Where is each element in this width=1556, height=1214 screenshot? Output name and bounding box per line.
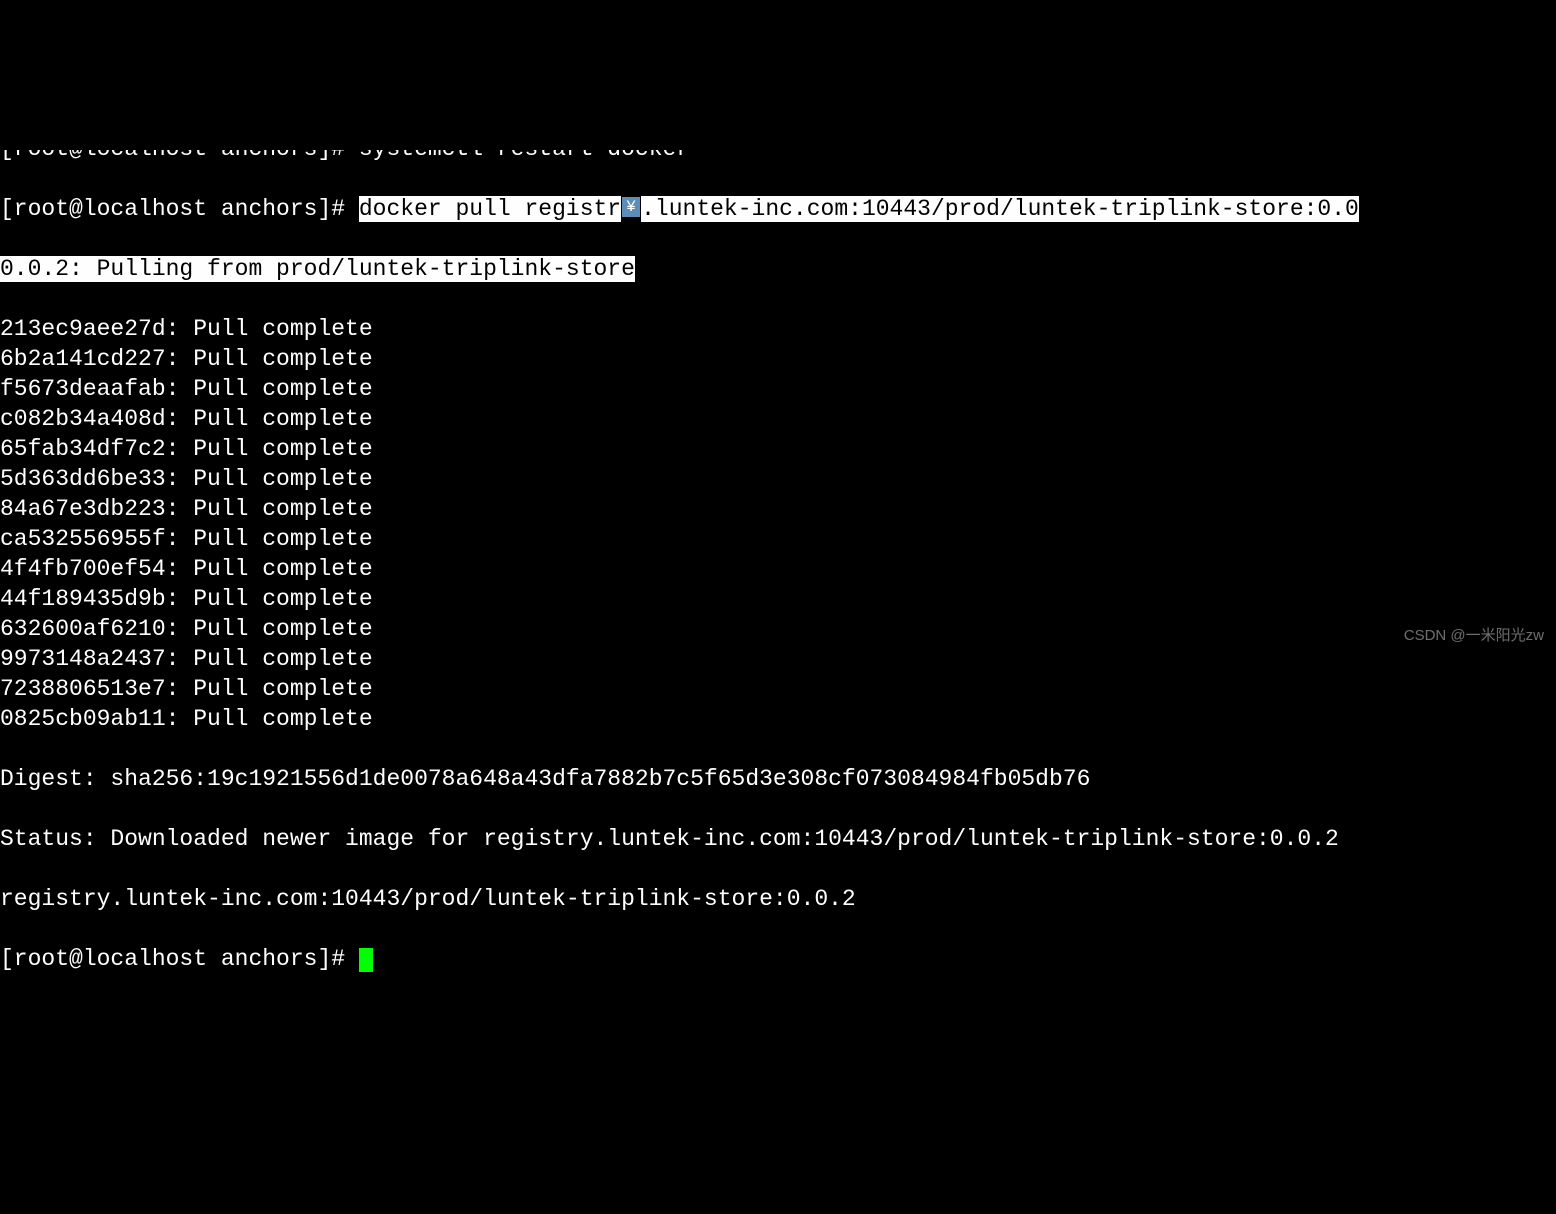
layer-line: 7238806513e7: Pull complete (0, 674, 1556, 704)
layer-line: ca532556955f: Pull complete (0, 524, 1556, 554)
layer-line: 0825cb09ab11: Pull complete (0, 704, 1556, 734)
shell-prompt: [root@localhost anchors]# (0, 946, 359, 972)
digest-line: Digest: sha256:19c1921556d1de0078a648a43… (0, 764, 1556, 794)
layer-line: 84a67e3db223: Pull complete (0, 494, 1556, 524)
layer-line: 9973148a2437: Pull complete (0, 644, 1556, 674)
layer-line: 65fab34df7c2: Pull complete (0, 434, 1556, 464)
image-ref-line: registry.luntek-inc.com:10443/prod/lunte… (0, 884, 1556, 914)
shell-prompt: [root@localhost anchors]# (0, 196, 359, 222)
partial-prev-line: [root@localhost anchors]# systemctl rest… (0, 150, 1556, 164)
cursor-icon (359, 948, 373, 972)
prompt-line[interactable]: [root@localhost anchors]# (0, 944, 1556, 974)
layer-line: 6b2a141cd227: Pull complete (0, 344, 1556, 374)
layer-line: f5673deaafab: Pull complete (0, 374, 1556, 404)
yuan-watermark-icon: ¥ (622, 197, 640, 217)
layer-line: 4f4fb700ef54: Pull complete (0, 554, 1556, 584)
layer-line: 5d363dd6be33: Pull complete (0, 464, 1556, 494)
layer-line: c082b34a408d: Pull complete (0, 404, 1556, 434)
status-line: Status: Downloaded newer image for regis… (0, 824, 1556, 854)
pull-header-line: 0.0.2: Pulling from prod/luntek-triplink… (0, 254, 1556, 284)
command-line: [root@localhost anchors]# docker pull re… (0, 194, 1556, 224)
layer-line: 44f189435d9b: Pull complete (0, 584, 1556, 614)
csdn-watermark: CSDN @一米阳光zw (1404, 621, 1544, 651)
selected-command-part1: docker pull registr (359, 196, 621, 222)
layer-line: 632600af6210: Pull complete (0, 614, 1556, 644)
layer-line: 213ec9aee27d: Pull complete (0, 314, 1556, 344)
terminal-output[interactable]: [root@localhost anchors]# systemctl rest… (0, 120, 1556, 1004)
selected-command-part2: .luntek-inc.com:10443/prod/luntek-tripli… (641, 196, 1359, 222)
